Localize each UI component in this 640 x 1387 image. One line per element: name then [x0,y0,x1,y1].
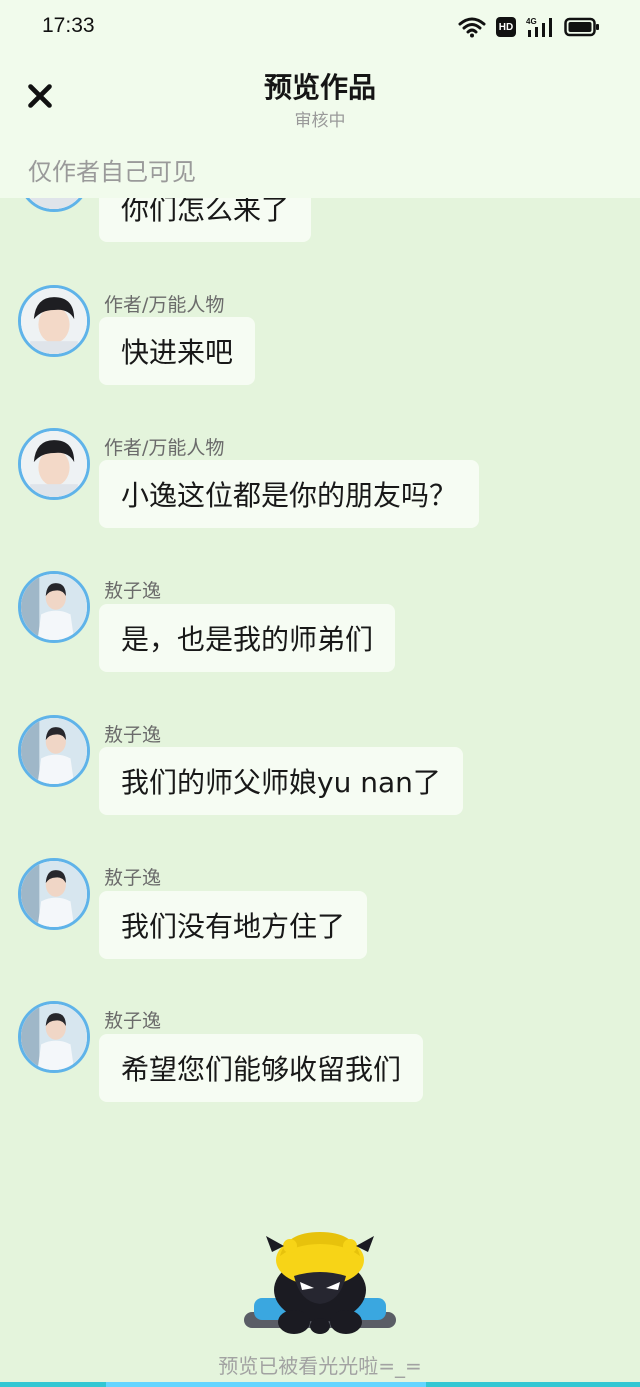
footer-text: 预览已被看光光啦=_= [218,1354,422,1378]
scroll-indicator [106,1382,426,1387]
avatar[interactable] [18,858,90,930]
status-time: 17:33 [42,14,95,37]
message-bubble[interactable]: 我们没有地方住了 [99,891,368,959]
message-text: 快进来吧 [121,336,234,369]
message-bubble[interactable]: 小逸这位都是你的朋友吗？ [99,460,480,528]
sender-name: 敖子逸 [104,724,162,746]
chat-area: 你们怎么来了 作者/万能人物 快进来吧 作者/万能人物 小逸这位都是你的朋友吗？… [0,0,640,1387]
network-label: 4G [526,17,537,26]
sender-name: 作者/万能人物 [104,294,225,316]
message-text: 小逸这位都是你的朋友吗？ [121,479,458,512]
mascot-icon [236,1226,404,1342]
message-text: 希望您们能够收留我们 [121,1053,402,1086]
battery-icon [564,17,599,37]
sender-name: 敖子逸 [104,867,162,889]
wifi-icon [458,17,486,38]
signal-4g-icon: 4G [526,17,552,37]
message-text: 我们的师父师娘yu nan了 [121,766,441,799]
avatar[interactable] [18,428,90,500]
message-text: 我们没有地方住了 [121,910,346,943]
header: 17:33 HD 4G 预览作品 审核中 仅作者自己可见 [0,0,640,198]
review-status: 审核中 [294,111,346,131]
visibility-note: 仅作者自己可见 [28,158,196,186]
sender-name: 敖子逸 [104,1010,162,1032]
status-icons: HD 4G [458,16,600,38]
avatar[interactable] [18,571,90,643]
avatar[interactable] [18,285,90,357]
sender-name: 敖子逸 [104,580,162,602]
hd-icon: HD [496,17,516,37]
message-bubble[interactable]: 希望您们能够收留我们 [99,1034,424,1102]
sender-name: 作者/万能人物 [104,437,225,459]
message-bubble[interactable]: 是，也是我的师弟们 [99,604,396,672]
avatar[interactable] [18,1001,90,1073]
message-bubble[interactable]: 快进来吧 [99,317,256,385]
page-title: 预览作品 [263,71,376,104]
status-bar: 17:33 HD 4G [0,0,640,56]
message-bubble[interactable]: 我们的师父师娘yu nan了 [99,747,463,815]
avatar[interactable] [18,715,90,787]
message-text: 是，也是我的师弟们 [121,623,374,656]
